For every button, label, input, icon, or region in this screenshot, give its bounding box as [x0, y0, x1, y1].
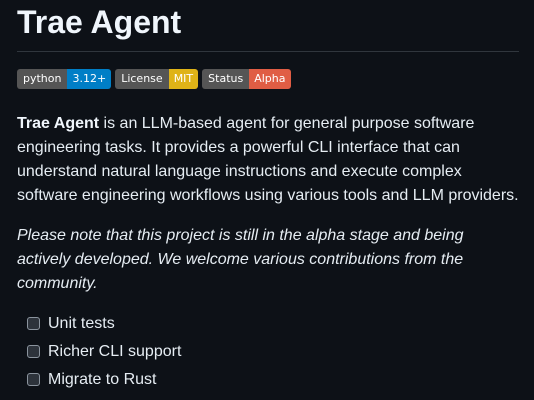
intro-project-name: Trae Agent [17, 115, 100, 132]
status-badge[interactable]: Status Alpha [202, 69, 291, 89]
badge-value: 3.12+ [67, 69, 112, 89]
task-label: Migrate to Rust [48, 371, 157, 388]
task-label: Unit tests [48, 315, 115, 332]
task-checkbox[interactable] [27, 316, 40, 330]
badge-row: python 3.12+ License MIT Status Alpha [17, 69, 519, 89]
task-list: Unit tests Richer CLI support Migrate to… [17, 312, 519, 392]
alpha-note: Please note that this project is still i… [17, 227, 464, 292]
badge-label: License [115, 69, 169, 89]
badge-label: python [17, 69, 68, 89]
intro-paragraph: Trae Agent is an LLM-based agent for gen… [17, 112, 519, 208]
badge-label: Status [202, 69, 250, 89]
license-badge[interactable]: License MIT [115, 69, 199, 89]
badge-value: Alpha [249, 69, 291, 89]
task-item: Richer CLI support [27, 340, 519, 364]
python-version-badge[interactable]: python 3.12+ [17, 69, 112, 89]
task-item: Migrate to Rust [27, 368, 519, 392]
badge-value: MIT [168, 69, 199, 89]
task-checkbox[interactable] [27, 344, 40, 358]
task-checkbox[interactable] [27, 372, 40, 386]
task-item: Unit tests [27, 312, 519, 336]
readme-content: Trae Agent python 3.12+ License MIT Stat… [17, 0, 519, 396]
page-title: Trae Agent [17, 0, 519, 52]
task-label: Richer CLI support [48, 343, 182, 360]
